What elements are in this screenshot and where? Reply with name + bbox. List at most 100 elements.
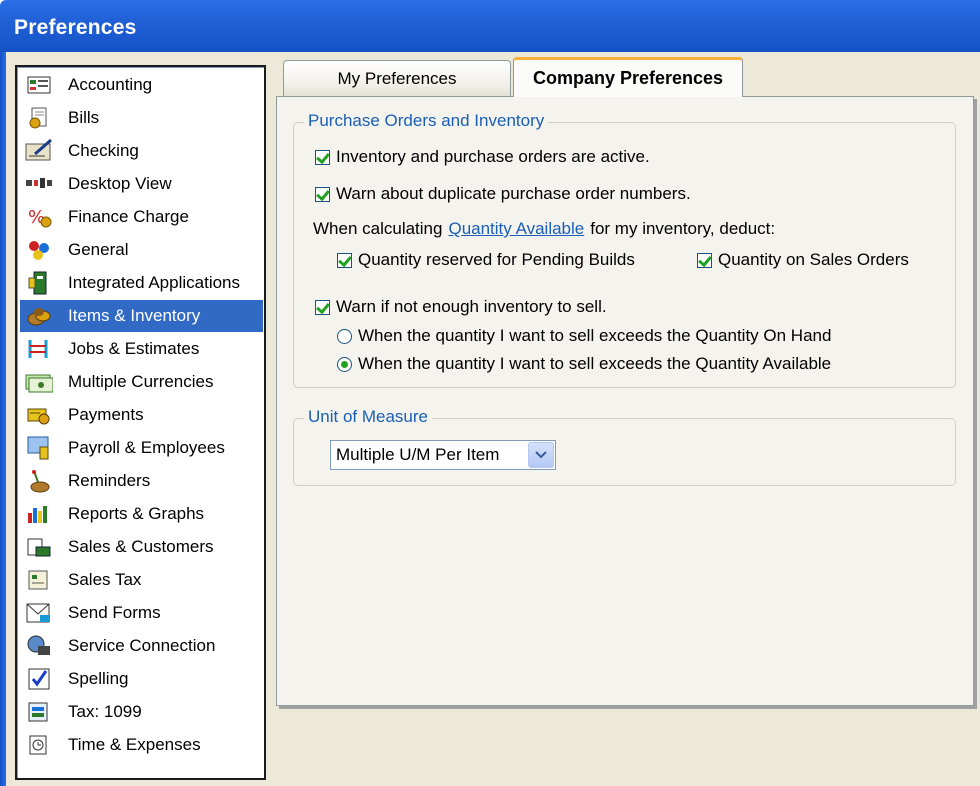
sidebar-item-accounting[interactable]: Accounting xyxy=(20,69,263,101)
checkbox-label: Quantity reserved for Pending Builds xyxy=(358,250,635,269)
sidebar-item-payments[interactable]: Payments xyxy=(20,399,263,431)
tab-label: My Preferences xyxy=(337,68,457,88)
checkbox-label: Inventory and purchase orders are active… xyxy=(336,147,650,166)
calc-prefix-text: When calculating xyxy=(313,219,443,238)
sidebar-item-label: Integrated Applications xyxy=(68,273,241,292)
finance-charge-icon: % xyxy=(24,204,54,230)
integrated-applications-icon xyxy=(24,270,54,296)
payments-icon xyxy=(24,402,54,428)
warn-duplicate-checkbox-row[interactable]: Warn about duplicate purchase order numb… xyxy=(315,184,691,204)
preferences-category-list[interactable]: Accounting Bills Checking Desktop View %… xyxy=(15,65,266,780)
warn-not-enough-inventory-checkbox[interactable] xyxy=(315,299,330,315)
sidebar-item-label: Reports & Graphs xyxy=(68,504,205,523)
radio-label: When the quantity I want to sell exceeds… xyxy=(358,354,832,373)
general-icon xyxy=(24,237,54,263)
radio-label: When the quantity I want to sell exceeds… xyxy=(358,326,832,345)
sidebar-item-sales-tax[interactable]: Sales Tax xyxy=(20,564,263,596)
sidebar-item-label: Items & Inventory xyxy=(68,306,201,325)
sidebar-item-general[interactable]: General xyxy=(20,234,263,266)
sidebar-item-payroll-employees[interactable]: Payroll & Employees xyxy=(20,432,263,464)
sales-tax-icon xyxy=(24,567,54,593)
sidebar-item-label: Payroll & Employees xyxy=(68,438,225,457)
sales-orders-checkbox[interactable] xyxy=(697,252,712,268)
window-frame-edge xyxy=(0,52,6,786)
sidebar-item-label: Send Forms xyxy=(68,603,161,622)
sidebar-item-label: Desktop View xyxy=(68,174,172,193)
tab-my-preferences[interactable]: My Preferences xyxy=(283,60,511,96)
sidebar-item-label: Service Connection xyxy=(68,636,216,655)
checkbox-label: Quantity on Sales Orders xyxy=(718,250,909,269)
sidebar-item-label: General xyxy=(68,240,129,259)
payroll-employees-icon xyxy=(24,435,54,461)
sidebar-item-desktop-view[interactable]: Desktop View xyxy=(20,168,263,200)
tab-company-preferences[interactable]: Company Preferences xyxy=(513,57,743,97)
send-forms-icon xyxy=(24,600,54,626)
sidebar-item-label: Accounting xyxy=(68,75,153,94)
sidebar-item-label: Multiple Currencies xyxy=(68,372,214,391)
sidebar-item-label: Tax: 1099 xyxy=(68,702,142,721)
multiple-currencies-icon xyxy=(24,369,54,395)
dropdown-value: Multiple U/M Per Item xyxy=(336,445,500,464)
sidebar-item-tax-1099[interactable]: Tax: 1099 xyxy=(20,696,263,728)
quantity-calculation-text: When calculating Quantity Available for … xyxy=(313,218,775,240)
sales-customers-icon xyxy=(24,534,54,560)
sidebar-item-label: Reminders xyxy=(68,471,151,490)
checkbox-label: Warn about duplicate purchase order numb… xyxy=(336,184,691,203)
sidebar-item-label: Jobs & Estimates xyxy=(68,339,200,358)
sales-orders-checkbox-row[interactable]: Quantity on Sales Orders xyxy=(697,250,909,270)
sidebar-item-time-expenses[interactable]: Time & Expenses xyxy=(20,729,263,761)
sidebar-item-multiple-currencies[interactable]: Multiple Currencies xyxy=(20,366,263,398)
inventory-active-checkbox[interactable] xyxy=(315,149,330,165)
unit-of-measure-dropdown[interactable]: Multiple U/M Per Item xyxy=(330,440,556,470)
title-bar[interactable]: Preferences xyxy=(0,0,980,52)
reminders-icon xyxy=(24,468,54,494)
sidebar-item-sales-customers[interactable]: Sales & Customers xyxy=(20,531,263,563)
group-legend: Unit of Measure xyxy=(304,407,432,427)
sidebar-item-label: Checking xyxy=(68,141,139,160)
accounting-icon xyxy=(24,72,54,98)
quantity-available-link[interactable]: Quantity Available xyxy=(448,219,584,239)
sidebar-item-send-forms[interactable]: Send Forms xyxy=(20,597,263,629)
sidebar-item-integrated-applications[interactable]: Integrated Applications xyxy=(20,267,263,299)
radio-on-hand-row[interactable]: When the quantity I want to sell exceeds… xyxy=(337,326,831,346)
sidebar-item-label: Finance Charge xyxy=(68,207,189,226)
quantity-available-radio[interactable] xyxy=(337,356,352,372)
jobs-estimates-icon xyxy=(24,336,54,362)
window-title: Preferences xyxy=(14,16,137,39)
sidebar-item-bills[interactable]: Bills xyxy=(20,102,263,134)
sidebar-item-reminders[interactable]: Reminders xyxy=(20,465,263,497)
inventory-active-checkbox-row[interactable]: Inventory and purchase orders are active… xyxy=(315,147,650,167)
sidebar-item-reports-graphs[interactable]: Reports & Graphs xyxy=(20,498,263,530)
sidebar-item-spelling[interactable]: Spelling xyxy=(20,663,263,695)
pending-builds-checkbox-row[interactable]: Quantity reserved for Pending Builds xyxy=(337,250,635,270)
sidebar-item-label: Sales Tax xyxy=(68,570,142,589)
time-expenses-icon xyxy=(24,732,54,758)
checkbox-label: Warn if not enough inventory to sell. xyxy=(336,297,607,316)
tab-label: Company Preferences xyxy=(532,68,724,88)
sidebar-item-label: Payments xyxy=(68,405,144,424)
pending-builds-checkbox[interactable] xyxy=(337,252,352,268)
sidebar-item-label: Sales & Customers xyxy=(68,537,214,556)
tax-1099-icon xyxy=(24,699,54,725)
calc-suffix-text: for my inventory, deduct: xyxy=(590,219,776,238)
sidebar-item-checking[interactable]: Checking xyxy=(20,135,263,167)
quantity-on-hand-radio[interactable] xyxy=(337,328,352,344)
checking-icon xyxy=(24,138,54,164)
service-connection-icon xyxy=(24,633,54,659)
sidebar-item-service-connection[interactable]: Service Connection xyxy=(20,630,263,662)
spelling-icon xyxy=(24,666,54,692)
warn-duplicate-po-checkbox[interactable] xyxy=(315,186,330,202)
sidebar-item-label: Time & Expenses xyxy=(68,735,201,754)
sidebar-item-items-inventory[interactable]: Items & Inventory xyxy=(20,300,263,332)
warn-not-enough-checkbox-row[interactable]: Warn if not enough inventory to sell. xyxy=(315,297,607,317)
sidebar-item-label: Spelling xyxy=(68,669,129,688)
reports-graphs-icon xyxy=(24,501,54,527)
chevron-down-icon[interactable] xyxy=(528,442,554,468)
items-inventory-icon xyxy=(24,303,54,329)
bills-icon xyxy=(24,105,54,131)
desktop-view-icon xyxy=(24,171,54,197)
radio-available-row[interactable]: When the quantity I want to sell exceeds… xyxy=(337,354,831,374)
sidebar-item-finance-charge[interactable]: % Finance Charge xyxy=(20,201,263,233)
sidebar-item-jobs-estimates[interactable]: Jobs & Estimates xyxy=(20,333,263,365)
sidebar-item-label: Bills xyxy=(68,108,100,127)
